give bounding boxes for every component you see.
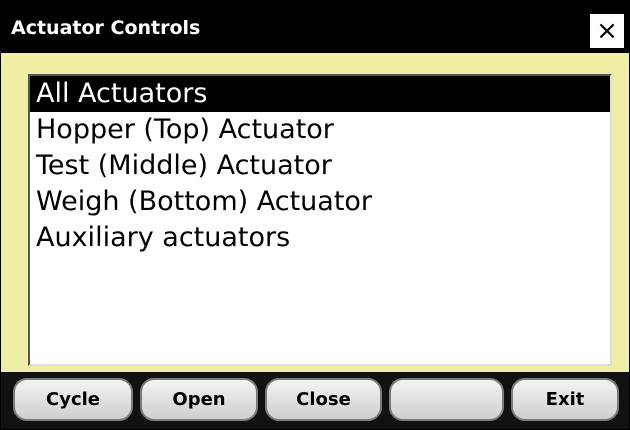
close-window-button[interactable]: × — [589, 13, 625, 49]
actuator-list[interactable]: All Actuators Hopper (Top) Actuator Test… — [28, 74, 612, 366]
list-item-all-actuators[interactable]: All Actuators — [30, 76, 610, 112]
blank-button[interactable] — [389, 378, 504, 421]
open-button[interactable]: Open — [140, 378, 258, 421]
close-button[interactable]: Close — [265, 378, 382, 421]
actuator-controls-window: Actuator Controls × All Actuators Hopper… — [0, 0, 630, 430]
list-item-weigh-actuator[interactable]: Weigh (Bottom) Actuator — [30, 184, 610, 220]
exit-button[interactable]: Exit — [511, 378, 619, 421]
title-bar: Actuator Controls × — [1, 1, 629, 53]
list-item-hopper-actuator[interactable]: Hopper (Top) Actuator — [30, 112, 610, 148]
list-item-auxiliary-actuators[interactable]: Auxiliary actuators — [30, 220, 610, 256]
close-icon: × — [596, 16, 618, 46]
button-bar: Cycle Open Close Exit — [1, 372, 629, 429]
list-item-test-actuator[interactable]: Test (Middle) Actuator — [30, 148, 610, 184]
window-title: Actuator Controls — [11, 17, 201, 39]
cycle-button[interactable]: Cycle — [13, 378, 133, 421]
